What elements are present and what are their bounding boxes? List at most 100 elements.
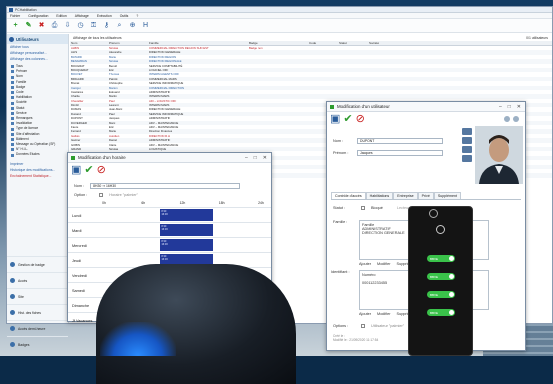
hour-tick: 24h — [258, 201, 264, 205]
zoom-icon[interactable]: ⊕ — [128, 21, 137, 30]
user-dialog-titlebar: Modification d'un utilisateur – □ ✕ — [327, 102, 525, 112]
filter-checkbox-icon — [11, 85, 14, 89]
print-icon[interactable]: ⎙ — [50, 21, 59, 30]
nav-icon — [10, 310, 15, 315]
nav-item[interactable]: Accès — [7, 272, 68, 288]
schedule-name-input[interactable]: 8H30 ⇒ 16H30 — [90, 183, 241, 189]
menu-item-configuration[interactable]: Configuration — [28, 14, 48, 18]
nav-icon — [10, 294, 15, 299]
key-icon[interactable]: ⚷ — [102, 21, 111, 30]
filter-checkbox-icon — [11, 132, 14, 136]
tab-1[interactable]: Habilitations — [365, 192, 394, 199]
save-icon[interactable]: ▣ — [330, 113, 340, 125]
filter-checkbox-icon — [11, 143, 14, 147]
column-header[interactable]: Famille — [148, 41, 248, 45]
nav-item[interactable]: Hist. des fiches — [7, 304, 68, 320]
user-portrait — [475, 126, 523, 184]
history-icon[interactable]: ◷ — [76, 21, 85, 30]
search-icon[interactable]: ⌕ — [115, 21, 124, 30]
filter-checkbox-icon — [11, 153, 14, 157]
schedule-option-label: Option : — [74, 193, 88, 197]
tab-2[interactable]: Entreprise — [393, 192, 418, 199]
toggle-pill[interactable]: BBVE — [427, 255, 455, 262]
import-icon[interactable]: ⇩ — [63, 21, 72, 30]
toggle-knob-icon — [449, 274, 454, 279]
bloque-checkbox[interactable] — [361, 206, 365, 210]
nav-item[interactable]: Badges — [7, 336, 68, 352]
save-icon[interactable]: ▣ — [71, 164, 81, 176]
menu-item-outils[interactable]: Outils — [120, 14, 129, 18]
palmier-label: Utilisateur "palmier" — [371, 324, 405, 328]
nom-label: Nom : — [333, 139, 344, 143]
previous-record-icon[interactable] — [504, 116, 510, 122]
delete-icon[interactable]: ✖ — [37, 21, 46, 30]
palmier-checkbox[interactable] — [361, 324, 365, 328]
folder-icon[interactable] — [462, 137, 472, 144]
column-header[interactable]: Nom — [70, 41, 108, 45]
schedule-slot[interactable]: 8:30 16:30 — [160, 209, 214, 221]
nav-label: Site — [18, 294, 24, 299]
camera-icon[interactable] — [462, 128, 472, 135]
day-label: Lundi — [72, 213, 82, 218]
close-icon[interactable]: ✕ — [263, 155, 267, 161]
menu-item-execution[interactable]: Exécution — [97, 14, 112, 18]
filter-checkbox-icon — [11, 148, 14, 152]
maximize-icon[interactable]: □ — [254, 155, 257, 161]
add-icon[interactable]: + — [11, 21, 20, 30]
nav-item[interactable]: Gestion de badge — [7, 256, 68, 272]
famille-edit-button[interactable]: Modifier — [377, 262, 391, 266]
schedule-dialog-icon — [71, 155, 75, 160]
sidebar-action-stats[interactable]: Enchaînement Statistique... — [7, 173, 68, 179]
tab-0[interactable]: Contrôle d'accès — [331, 192, 366, 199]
pill-label: BBVE — [430, 274, 439, 279]
nav-icon — [10, 326, 15, 331]
toggle-pill[interactable]: BBVE — [427, 273, 455, 280]
identifiant-add-button[interactable]: Ajouter — [359, 312, 371, 316]
maximize-icon[interactable]: □ — [508, 104, 511, 110]
tab-4[interactable]: Supplément — [433, 192, 462, 199]
prenom-input[interactable]: Jacques — [357, 150, 443, 156]
nom-input[interactable]: DUPONT — [357, 138, 443, 144]
menu-item-edition[interactable]: Edition — [56, 14, 66, 18]
schedule-slot[interactable]: 8:30 16:30 — [160, 239, 214, 251]
column-header[interactable]: Code — [308, 41, 338, 45]
scan-icon[interactable] — [462, 146, 472, 153]
filter-checkbox-icon — [11, 70, 14, 74]
schedule-slot[interactable]: 8:30 16:30 — [160, 224, 214, 236]
cancel-icon[interactable]: ⊘ — [356, 113, 365, 125]
toggle-pill[interactable]: BBVE — [427, 291, 455, 298]
grid-count: 0/1 utilisateurs — [526, 35, 548, 40]
menu-item-affichage[interactable]: Affichage — [75, 14, 89, 18]
schedule-icon[interactable]: H — [141, 21, 150, 30]
tab-3[interactable]: Privé — [417, 192, 434, 199]
validate-icon[interactable]: ✔ — [84, 164, 93, 176]
close-icon[interactable]: ✕ — [517, 104, 521, 110]
column-header[interactable]: Statut — [338, 41, 368, 45]
minimize-icon[interactable]: – — [499, 104, 502, 110]
menu-item-fichier[interactable]: Fichier — [10, 14, 20, 18]
next-record-icon[interactable] — [513, 116, 519, 122]
toggle-knob-icon — [449, 292, 454, 297]
column-header[interactable]: Prénom — [108, 41, 148, 45]
power-icon[interactable] — [429, 209, 438, 218]
filter-checkbox-icon — [11, 75, 14, 79]
mobile-panel: BBVE BBVE BBVE BBVE — [408, 206, 473, 356]
cancel-icon[interactable]: ⊘ — [97, 164, 106, 176]
edit-icon[interactable]: ✎ — [24, 21, 33, 30]
identifiant-edit-button[interactable]: Modifier — [377, 312, 391, 316]
delete-photo-icon[interactable] — [462, 155, 472, 162]
day-label: Vendredi — [72, 273, 87, 278]
user-dialog-actions: ▣ ✔ ⊘ — [327, 112, 525, 126]
column-header[interactable]: Société — [368, 41, 408, 45]
nav-item[interactable]: Accès demi-heure — [7, 320, 68, 336]
menu-item-help[interactable]: ? — [136, 14, 138, 18]
famille-add-button[interactable]: Ajouter — [359, 262, 371, 266]
nav-item[interactable]: Site — [7, 288, 68, 304]
minimize-icon[interactable]: – — [245, 155, 248, 161]
toggle-pill[interactable]: BBVE — [427, 309, 455, 316]
lock-icon[interactable]: ⚿ — [89, 21, 98, 30]
schedule-option-checkbox[interactable] — [99, 193, 104, 197]
column-header[interactable]: Badge — [248, 41, 308, 45]
filter-item[interactable]: Données Etudes — [11, 152, 68, 157]
validate-icon[interactable]: ✔ — [343, 113, 352, 125]
